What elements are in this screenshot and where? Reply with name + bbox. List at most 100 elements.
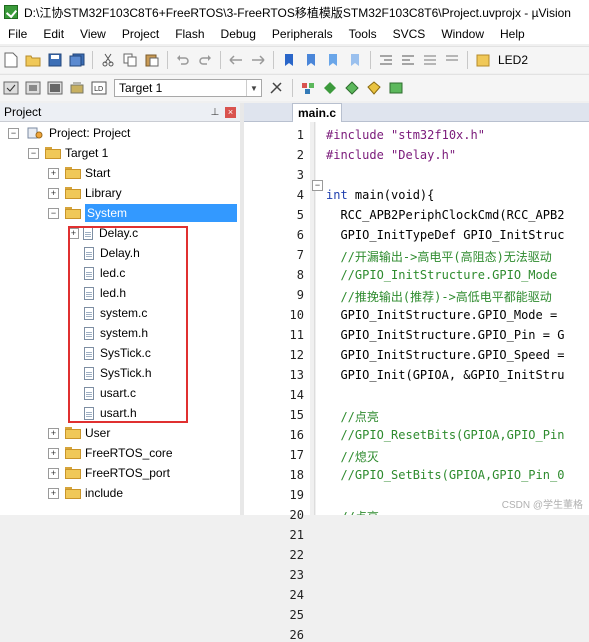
- code-line[interactable]: int main(void){: [326, 188, 434, 202]
- menu-edit[interactable]: Edit: [35, 27, 72, 41]
- project-icon: [27, 127, 43, 139]
- chevron-down-icon[interactable]: ▼: [246, 80, 261, 96]
- code-line[interactable]: #include "stm32f10x.h": [326, 128, 485, 142]
- line-number: 23: [289, 568, 304, 582]
- file-extensions-icon[interactable]: [299, 79, 317, 97]
- pin-icon[interactable]: ⊥: [209, 107, 221, 118]
- next-bookmark-icon[interactable]: [324, 51, 342, 69]
- menu-help[interactable]: Help: [492, 27, 533, 41]
- code-line[interactable]: //熄灭: [326, 448, 378, 465]
- undo-icon[interactable]: [174, 51, 192, 69]
- tree-group-library[interactable]: + Library: [48, 184, 122, 202]
- code-line[interactable]: //点亮: [326, 408, 378, 425]
- batch-build-icon[interactable]: [68, 79, 86, 97]
- expand-icon[interactable]: +: [48, 427, 59, 439]
- menu-debug[interactable]: Debug: [213, 27, 264, 41]
- line-number: 16: [289, 428, 304, 442]
- expand-icon[interactable]: +: [48, 447, 59, 459]
- tree-group-system[interactable]: − System: [48, 204, 237, 222]
- line-number: 9: [296, 288, 304, 302]
- manage-components-icon[interactable]: [321, 79, 339, 97]
- code-line[interactable]: //GPIO_InitStructure.GPIO_Mode: [326, 268, 564, 282]
- code-line[interactable]: GPIO_InitStructure.GPIO_Mode =: [326, 308, 564, 322]
- unindent-icon[interactable]: [399, 51, 417, 69]
- code-line[interactable]: //推挽输出(推荐)->高低电平都能驱动: [326, 288, 551, 305]
- cut-icon[interactable]: [99, 51, 117, 69]
- fold-collapse-icon[interactable]: −: [312, 180, 323, 191]
- target-options-icon[interactable]: [268, 79, 286, 97]
- download-icon[interactable]: LD: [90, 79, 108, 97]
- uncomment-icon[interactable]: [443, 51, 461, 69]
- tree-root[interactable]: − Project: Project: [8, 124, 130, 142]
- comment-icon[interactable]: [421, 51, 439, 69]
- pack-installer-icon[interactable]: [365, 79, 383, 97]
- code-line[interactable]: GPIO_Init(GPIOA, &GPIO_InitStru: [326, 368, 564, 382]
- indent-icon[interactable]: [377, 51, 395, 69]
- tree-root-label: Project: Project: [49, 126, 131, 140]
- collapse-icon[interactable]: −: [48, 207, 59, 219]
- nav-forward-icon[interactable]: [249, 51, 267, 69]
- copy-icon[interactable]: [121, 51, 139, 69]
- select-pack-icon[interactable]: [343, 79, 361, 97]
- line-number: 22: [289, 548, 304, 562]
- open-folder-icon[interactable]: [24, 51, 42, 69]
- code-line[interactable]: #include "Delay.h": [326, 148, 456, 162]
- collapse-icon[interactable]: −: [8, 127, 19, 139]
- uvision-app-icon: [4, 5, 18, 19]
- folder-icon: [65, 447, 81, 459]
- line-number: 11: [289, 328, 304, 342]
- expand-icon[interactable]: +: [48, 487, 59, 499]
- menu-flash[interactable]: Flash: [167, 27, 212, 41]
- editor-tab-main-c[interactable]: main.c: [292, 103, 342, 122]
- tree-group-include[interactable]: + include: [48, 484, 123, 502]
- paste-icon[interactable]: [143, 51, 161, 69]
- menu-window[interactable]: Window: [433, 27, 492, 41]
- line-number: 10: [289, 308, 304, 322]
- tree-group-start[interactable]: + Start: [48, 164, 110, 182]
- target-select[interactable]: Target 1 ▼: [114, 79, 262, 97]
- close-panel-icon[interactable]: ×: [225, 106, 236, 118]
- nav-back-icon[interactable]: [227, 51, 245, 69]
- code-line[interactable]: RCC_APB2PeriphClockCmd(RCC_APB2: [326, 208, 564, 222]
- find-combo-value[interactable]: LED2: [498, 53, 528, 67]
- menu-bar: File Edit View Project Flash Debug Perip…: [0, 24, 589, 44]
- new-file-icon[interactable]: [2, 51, 20, 69]
- code-line[interactable]: GPIO_InitStructure.GPIO_Speed =: [326, 348, 564, 362]
- expand-icon[interactable]: +: [48, 467, 59, 479]
- editor-tab-bar: main.c: [244, 103, 589, 122]
- collapse-icon[interactable]: −: [28, 147, 39, 159]
- translate-icon[interactable]: [2, 79, 20, 97]
- rebuild-icon[interactable]: [46, 79, 64, 97]
- bookmark-icon[interactable]: [280, 51, 298, 69]
- find-in-files-icon[interactable]: [474, 51, 492, 69]
- expand-icon[interactable]: +: [48, 167, 59, 179]
- run-environment-icon[interactable]: [387, 79, 405, 97]
- code-line[interactable]: GPIO_InitStructure.GPIO_Pin = G: [326, 328, 564, 342]
- project-panel-header: Project ⊥ ×: [0, 103, 240, 122]
- code-line[interactable]: //点亮: [326, 508, 378, 515]
- code-line[interactable]: //GPIO_ResetBits(GPIOA,GPIO_Pin: [326, 428, 564, 442]
- build-icon[interactable]: [24, 79, 42, 97]
- code-editor[interactable]: #include "stm32f10x.h" #include "Delay.h"…: [316, 122, 589, 515]
- menu-file[interactable]: File: [0, 27, 35, 41]
- toolbar-separator: [467, 51, 468, 69]
- menu-view[interactable]: View: [72, 27, 114, 41]
- code-line[interactable]: GPIO_InitTypeDef GPIO_InitStruc: [326, 228, 564, 242]
- tree-group-freertos-port[interactable]: + FreeRTOS_port: [48, 464, 170, 482]
- menu-peripherals[interactable]: Peripherals: [264, 27, 341, 41]
- save-all-icon[interactable]: [68, 51, 86, 69]
- code-line[interactable]: //GPIO_SetBits(GPIOA,GPIO_Pin_0: [326, 468, 564, 482]
- menu-project[interactable]: Project: [114, 27, 167, 41]
- tree-group-user[interactable]: + User: [48, 424, 110, 442]
- tree-target[interactable]: − Target 1: [28, 144, 108, 162]
- menu-svcs[interactable]: SVCS: [385, 27, 434, 41]
- menu-tools[interactable]: Tools: [341, 27, 385, 41]
- save-icon[interactable]: [46, 51, 64, 69]
- redo-icon[interactable]: [196, 51, 214, 69]
- clear-bookmarks-icon[interactable]: [346, 51, 364, 69]
- folder-icon: [65, 467, 81, 479]
- expand-icon[interactable]: +: [48, 187, 59, 199]
- prev-bookmark-icon[interactable]: [302, 51, 320, 69]
- tree-group-freertos-core[interactable]: + FreeRTOS_core: [48, 444, 173, 462]
- code-line[interactable]: //开漏输出->高电平(高阻态)无法驱动: [326, 248, 551, 265]
